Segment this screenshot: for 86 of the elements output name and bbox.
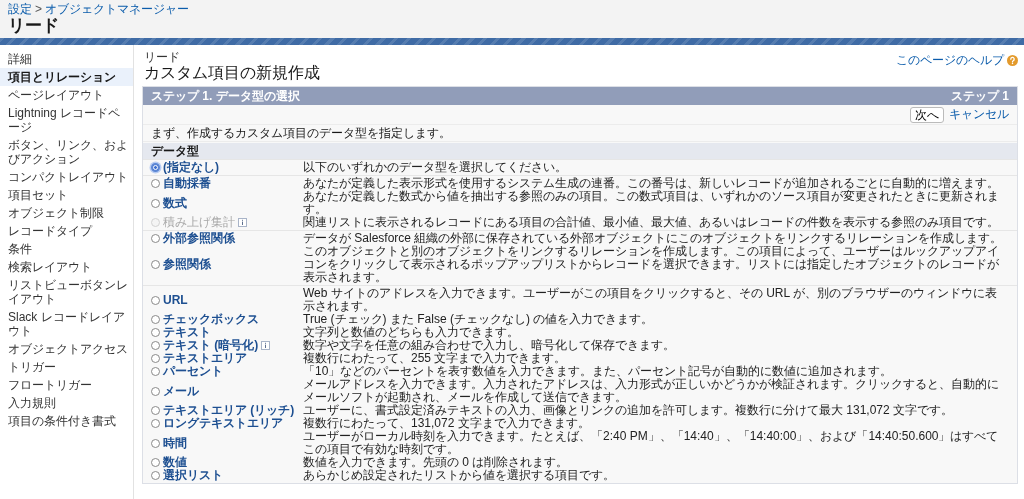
option-label: チェックボックス: [163, 313, 259, 326]
sidebar-item[interactable]: 入力規則: [0, 394, 133, 412]
option-label: 選択リスト: [163, 469, 223, 482]
radio-button[interactable]: [151, 163, 160, 172]
option-label: (指定なし): [163, 161, 219, 174]
option-label: 時間: [163, 436, 187, 450]
option-description: あなたが定義した表示形式を使用するシステム生成の連番。この番号は、新しいレコードが追加されるごとに自動的に増えます。: [303, 177, 1000, 190]
option-description: 関連リストに表示されるレコードにある項目の合計値、最小値、最大値、あるいはレコードの件数を表示する参照のみ項目です。: [303, 216, 1000, 229]
option-label: 参照関係: [163, 258, 211, 271]
option-description: 数値を入力できます。先頭の 0 は削除されます。: [303, 456, 570, 469]
option-description: ユーザーがローカル時刻を入力できます。たとえば、「2:40 PM」、「14:40」、「14:40:00」、および「14:40:50.600」はすべてこの項目で有効な時刻です。: [303, 430, 1000, 456]
option-description: 数字や文字を任意の組み合わせで入力し、暗号化して保存できます。: [303, 339, 676, 352]
sidebar-item[interactable]: フロートリガー: [0, 376, 133, 394]
step-counter: ステップ 1: [951, 89, 1009, 103]
radio-button[interactable]: [151, 419, 160, 428]
page-header-title: リード: [8, 16, 59, 35]
option-label: 自動採番: [163, 177, 211, 190]
sidebar-item[interactable]: トリガー: [0, 358, 133, 376]
sidebar-item[interactable]: 項目の条件付き書式: [0, 412, 133, 430]
breadcrumb-separator: >: [35, 2, 42, 16]
radio-button[interactable]: [151, 367, 160, 376]
object-label: リード: [144, 51, 180, 64]
cancel-link[interactable]: キャンセル: [949, 106, 1009, 123]
help-icon[interactable]: [1007, 55, 1018, 66]
option-description: あなたが定義した数式から値を抽出する参照のみの項目。この数式項目は、いずれかのソース項目が変更されたときに更新されます。: [303, 190, 1000, 216]
option-label: テキスト: [163, 326, 211, 339]
sidebar-item[interactable]: 項目とリレーション: [0, 68, 133, 86]
page-title: カスタム項目の新規作成: [144, 64, 320, 82]
option-label: 外部参照関係: [163, 232, 235, 245]
sidebar-item[interactable]: 項目セット: [0, 186, 133, 204]
option-description: 文字列と数値のどちらも入力できます。: [303, 326, 519, 339]
option-description: 複数行にわたって、255 文字まで入力できます。: [303, 352, 567, 365]
option-label: パーセント: [163, 365, 223, 378]
radio-button[interactable]: [151, 438, 160, 448]
option-label: テキストエリア: [163, 352, 247, 365]
sidebar-item[interactable]: オブジェクト制限: [0, 204, 133, 222]
option-label: テキストエリア (リッチ): [163, 404, 295, 417]
sidebar-item[interactable]: ページレイアウト: [0, 86, 133, 104]
option-description: メールアドレスを入力できます。入力されたアドレスは、入力形式が正しいかどうかが検証されます。クリックすると、自動的にメールソフトが起動され、メールを作成して送信できます。: [303, 378, 1000, 404]
radio-button[interactable]: [151, 315, 160, 324]
radio-button[interactable]: [151, 198, 160, 208]
option-label: メール: [163, 384, 199, 398]
radio-button[interactable]: [151, 328, 160, 337]
radio-button[interactable]: [151, 471, 160, 480]
option-description: Web サイトのアドレスを入力できます。ユーザーがこの項目をクリックすると、その URL が、別のブラウザーのウィンドウに表示されます。: [303, 287, 999, 313]
option-description: 以下のいずれかのデータ型を選択してください。: [303, 161, 568, 174]
radio-button[interactable]: [151, 386, 160, 396]
option-description: True (チェック) また False (チェックなし) の値を入力できます。: [303, 313, 655, 326]
option-label: テキスト (暗号化): [163, 339, 259, 352]
radio-button[interactable]: [151, 354, 160, 363]
radio-button[interactable]: [151, 179, 160, 188]
info-icon[interactable]: [261, 341, 271, 350]
sidebar-item[interactable]: レコードタイプ: [0, 222, 133, 240]
sidebar-item[interactable]: Slack レコードレイアウト: [0, 308, 133, 340]
option-description: あらかじめ設定されたリストから値を選択する項目です。: [303, 469, 616, 482]
option-description: このオブジェクトと別のオブジェクトをリンクするリレーションを作成します。この項目によって、ユーザーはルックアップアイコンをクリックして表示されるポップアップリストからレコードを選択できます。リストには指定したオブジェクトのレコードが表示されます。: [303, 245, 1000, 284]
breadcrumb-link[interactable]: オブジェクトマネージャー: [45, 2, 189, 16]
option-description: データが Salesforce 組織の外部に保存されている外部オブジェクトにこのオブジェクトをリンクするリレーションを作成します。: [303, 232, 1004, 245]
sidebar-item[interactable]: Lightning レコードページ: [0, 104, 133, 136]
radio-button[interactable]: [151, 260, 160, 269]
radio-button[interactable]: [151, 341, 160, 350]
option-label: 数式: [163, 196, 187, 210]
option-description: 「10」などのパーセントを表す数値を入力できます。また、パーセント記号が自動的に数値に追加されます。: [303, 365, 894, 378]
sidebar-item[interactable]: 条件: [0, 240, 133, 258]
option-description: ユーザーに、書式設定済みテキストの入力、画像とリンクの追加を許可します。複数行に分けて最大 131,072 文字です。: [303, 404, 955, 417]
intro-text: まず、作成するカスタム項目のデータ型を指定します。: [143, 125, 1017, 142]
sidebar-item[interactable]: オブジェクトアクセス: [0, 340, 133, 358]
breadcrumb-link[interactable]: 設定: [8, 2, 32, 16]
next-button[interactable]: 次へ: [910, 106, 944, 123]
step-title: ステップ 1. データ型の選択: [151, 89, 300, 103]
option-label: ロングテキストエリア: [163, 417, 283, 430]
sidebar-item[interactable]: リストビューボタンレイアウト: [0, 276, 133, 308]
radio-button[interactable]: [151, 458, 160, 467]
radio-button[interactable]: [151, 295, 160, 305]
radio-button[interactable]: [151, 406, 160, 415]
sidebar-item[interactable]: ボタン、リンク、およびアクション: [0, 136, 133, 168]
sidebar-item[interactable]: 詳細: [0, 50, 133, 68]
help-link[interactable]: このページのヘルプ: [896, 52, 1004, 69]
sidebar-item[interactable]: コンパクトレイアウト: [0, 168, 133, 186]
sidebar-item[interactable]: 検索レイアウト: [0, 258, 133, 276]
option-label: 積み上げ集計: [163, 216, 235, 229]
option-label: URL: [163, 293, 188, 307]
option-description: 複数行にわたって、131,072 文字まで入力できます。: [303, 417, 591, 430]
radio-button[interactable]: [151, 234, 160, 243]
section-header: データ型: [143, 143, 1017, 159]
option-label: 数値: [163, 456, 187, 469]
